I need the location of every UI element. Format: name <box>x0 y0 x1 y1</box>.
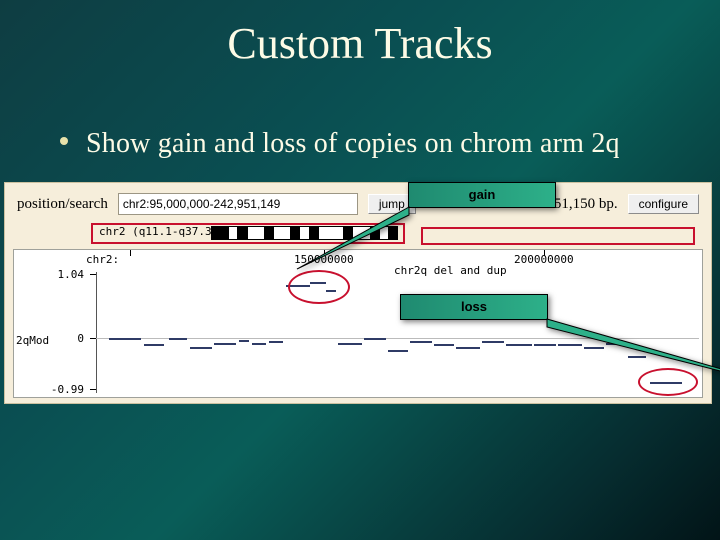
chromosome-band-label: chr2 (q11.1-q37.3) <box>99 225 218 238</box>
ruler-chr-label: chr2: <box>86 253 119 266</box>
configure-button[interactable]: configure <box>628 194 699 214</box>
highlight-box-ideogram-arm <box>421 227 695 245</box>
ruler-tick <box>544 250 545 256</box>
y-tick-top: 1.04 <box>44 268 84 281</box>
y-tick-mid: 0 <box>44 332 84 345</box>
bullet-icon <box>60 137 68 145</box>
callout-gain: gain <box>408 182 556 208</box>
slide-title: Custom Tracks <box>0 18 720 69</box>
track-name: 2qMod <box>16 334 49 347</box>
callout-loss-label: loss <box>461 299 487 314</box>
position-label: position/search <box>17 196 108 213</box>
callout-gain-pointer <box>297 195 417 275</box>
region-size: 51,150 bp. <box>554 196 618 213</box>
y-tick-line <box>90 274 96 275</box>
callout-loss-pointer <box>541 309 681 379</box>
ruler-tick <box>130 250 131 256</box>
bullet-row: Show gain and loss of copies on chrom ar… <box>60 128 680 160</box>
bullet-text: Show gain and loss of copies on chrom ar… <box>86 128 620 160</box>
y-axis <box>96 272 97 393</box>
callout-loss: loss <box>400 294 548 320</box>
y-tick-bot: -0.99 <box>44 383 84 396</box>
y-tick-line <box>90 389 96 390</box>
callout-gain-label: gain <box>469 187 496 202</box>
